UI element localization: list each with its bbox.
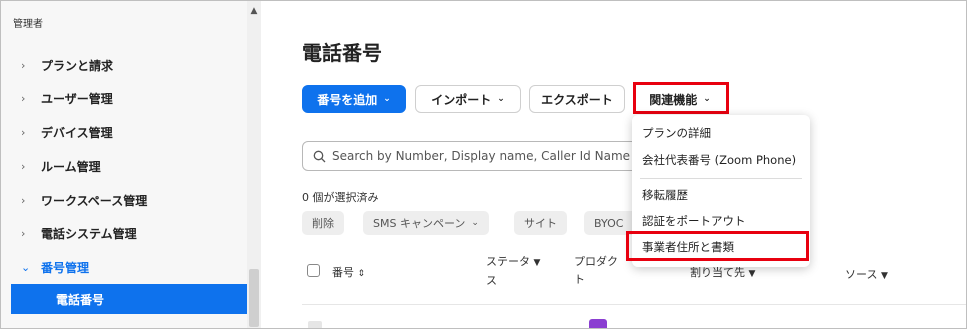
sidebar-item-label: ワークスペース管理 bbox=[41, 193, 148, 208]
menu-item-company-main-number[interactable]: 会社代表番号 (Zoom Phone) bbox=[632, 148, 810, 172]
column-header-label: ソース bbox=[845, 268, 878, 281]
product-badge bbox=[589, 319, 607, 328]
sidebar-item-user-management[interactable]: › ユーザー管理 bbox=[1, 83, 247, 113]
menu-item-port-history[interactable]: 移転履歴 bbox=[632, 183, 810, 207]
select-all-checkbox[interactable] bbox=[307, 264, 320, 277]
sidebar-item-label: 電話システム管理 bbox=[41, 226, 137, 241]
search-icon bbox=[313, 150, 326, 162]
search-input[interactable]: Search by Number, Display name, Caller I… bbox=[302, 141, 647, 171]
chevron-right-icon: › bbox=[21, 226, 26, 240]
add-number-label: 番号を追加 bbox=[317, 92, 378, 107]
sidebar-item-number-management[interactable]: ⌄ 番号管理 bbox=[1, 252, 247, 282]
highlight-business-address-documents bbox=[626, 231, 809, 261]
table-row-divider bbox=[302, 304, 966, 305]
sidebar-section-label: 管理者 bbox=[13, 19, 43, 30]
column-header-label: ステータ bbox=[486, 255, 530, 268]
column-header-label: 番号 bbox=[332, 266, 354, 279]
chevron-right-icon: › bbox=[21, 91, 26, 105]
export-label: エクスポート bbox=[541, 92, 613, 107]
site-button[interactable]: サイト bbox=[514, 211, 567, 235]
sms-campaign-button[interactable]: SMS キャンペーン ⌄ bbox=[363, 211, 489, 235]
sms-campaign-label: SMS キャンペーン bbox=[373, 217, 466, 230]
sidebar-item-phone-system-management[interactable]: › 電話システム管理 bbox=[1, 218, 247, 248]
chevron-right-icon: › bbox=[21, 125, 26, 139]
row-checkbox[interactable] bbox=[308, 321, 322, 328]
menu-item-port-out-authorization[interactable]: 認証をポートアウト bbox=[632, 209, 810, 233]
main-content: 電話番号 番号を追加 ⌄ インポート ⌄ エクスポート 関連機能 ⌄ Searc… bbox=[262, 1, 966, 328]
filter-icon[interactable]: ▼ bbox=[534, 258, 541, 268]
site-label: サイト bbox=[524, 217, 557, 230]
delete-button[interactable]: 削除 bbox=[302, 211, 344, 235]
menu-item-plan-details[interactable]: プランの詳細 bbox=[632, 121, 810, 145]
add-number-button[interactable]: 番号を追加 ⌄ bbox=[302, 85, 406, 113]
filter-icon[interactable]: ▼ bbox=[749, 269, 756, 279]
column-header-label: ス bbox=[486, 274, 497, 287]
import-button[interactable]: インポート ⌄ bbox=[415, 85, 521, 113]
import-label: インポート bbox=[431, 92, 492, 107]
chevron-down-icon: ⌄ bbox=[21, 260, 31, 274]
selected-count: 0 個が選択済み bbox=[302, 191, 379, 204]
column-header-product[interactable]: プロダク ト bbox=[574, 253, 618, 289]
chevron-right-icon: › bbox=[21, 193, 26, 207]
app-frame: 管理者 › プランと請求 › ユーザー管理 › デバイス管理 › ルーム管理 ›… bbox=[0, 0, 967, 329]
export-button[interactable]: エクスポート bbox=[529, 85, 625, 113]
sidebar-item-workspace-management[interactable]: › ワークスペース管理 bbox=[1, 185, 247, 215]
column-header-source[interactable]: ソース ▼ bbox=[845, 266, 888, 282]
page-title: 電話番号 bbox=[302, 41, 382, 65]
sidebar-scrollbar-thumb[interactable] bbox=[249, 269, 259, 327]
column-header-status[interactable]: ステータ ▼ ス bbox=[486, 253, 540, 290]
column-header-number[interactable]: 番号 ⇕ bbox=[332, 264, 365, 280]
sidebar-subitem-phone-numbers[interactable]: 電話番号 bbox=[11, 284, 247, 314]
byoc-label: BYOC bbox=[594, 216, 624, 230]
delete-label: 削除 bbox=[312, 217, 334, 230]
sidebar-item-device-management[interactable]: › デバイス管理 bbox=[1, 117, 247, 147]
column-header-label: 割り当て先 bbox=[690, 266, 745, 279]
sidebar-item-label: デバイス管理 bbox=[41, 125, 113, 140]
sidebar-item-label: ユーザー管理 bbox=[41, 91, 113, 106]
sidebar-item-plans-billing[interactable]: › プランと請求 bbox=[1, 50, 247, 80]
sidebar: 管理者 › プランと請求 › ユーザー管理 › デバイス管理 › ルーム管理 ›… bbox=[1, 1, 261, 328]
sidebar-item-label: 番号管理 bbox=[41, 260, 90, 275]
chevron-right-icon: › bbox=[21, 159, 26, 173]
chevron-down-icon: ⌄ bbox=[383, 94, 391, 104]
highlight-related-features bbox=[633, 82, 729, 114]
menu-divider bbox=[640, 178, 802, 179]
chevron-down-icon: ⌄ bbox=[471, 218, 479, 228]
column-header-label: プロダク bbox=[574, 255, 618, 268]
sidebar-item-label: ルーム管理 bbox=[41, 159, 101, 174]
scroll-up-arrow-icon[interactable]: ▲ bbox=[248, 5, 260, 17]
sidebar-item-room-management[interactable]: › ルーム管理 bbox=[1, 151, 247, 181]
sort-icon[interactable]: ⇕ bbox=[358, 269, 366, 279]
column-header-label: ト bbox=[574, 273, 585, 286]
filter-icon[interactable]: ▼ bbox=[881, 271, 888, 281]
search-placeholder: Search by Number, Display name, Caller I… bbox=[332, 149, 631, 163]
sidebar-item-label: プランと請求 bbox=[41, 58, 114, 73]
chevron-down-icon: ⌄ bbox=[497, 94, 505, 104]
chevron-right-icon: › bbox=[21, 58, 26, 72]
